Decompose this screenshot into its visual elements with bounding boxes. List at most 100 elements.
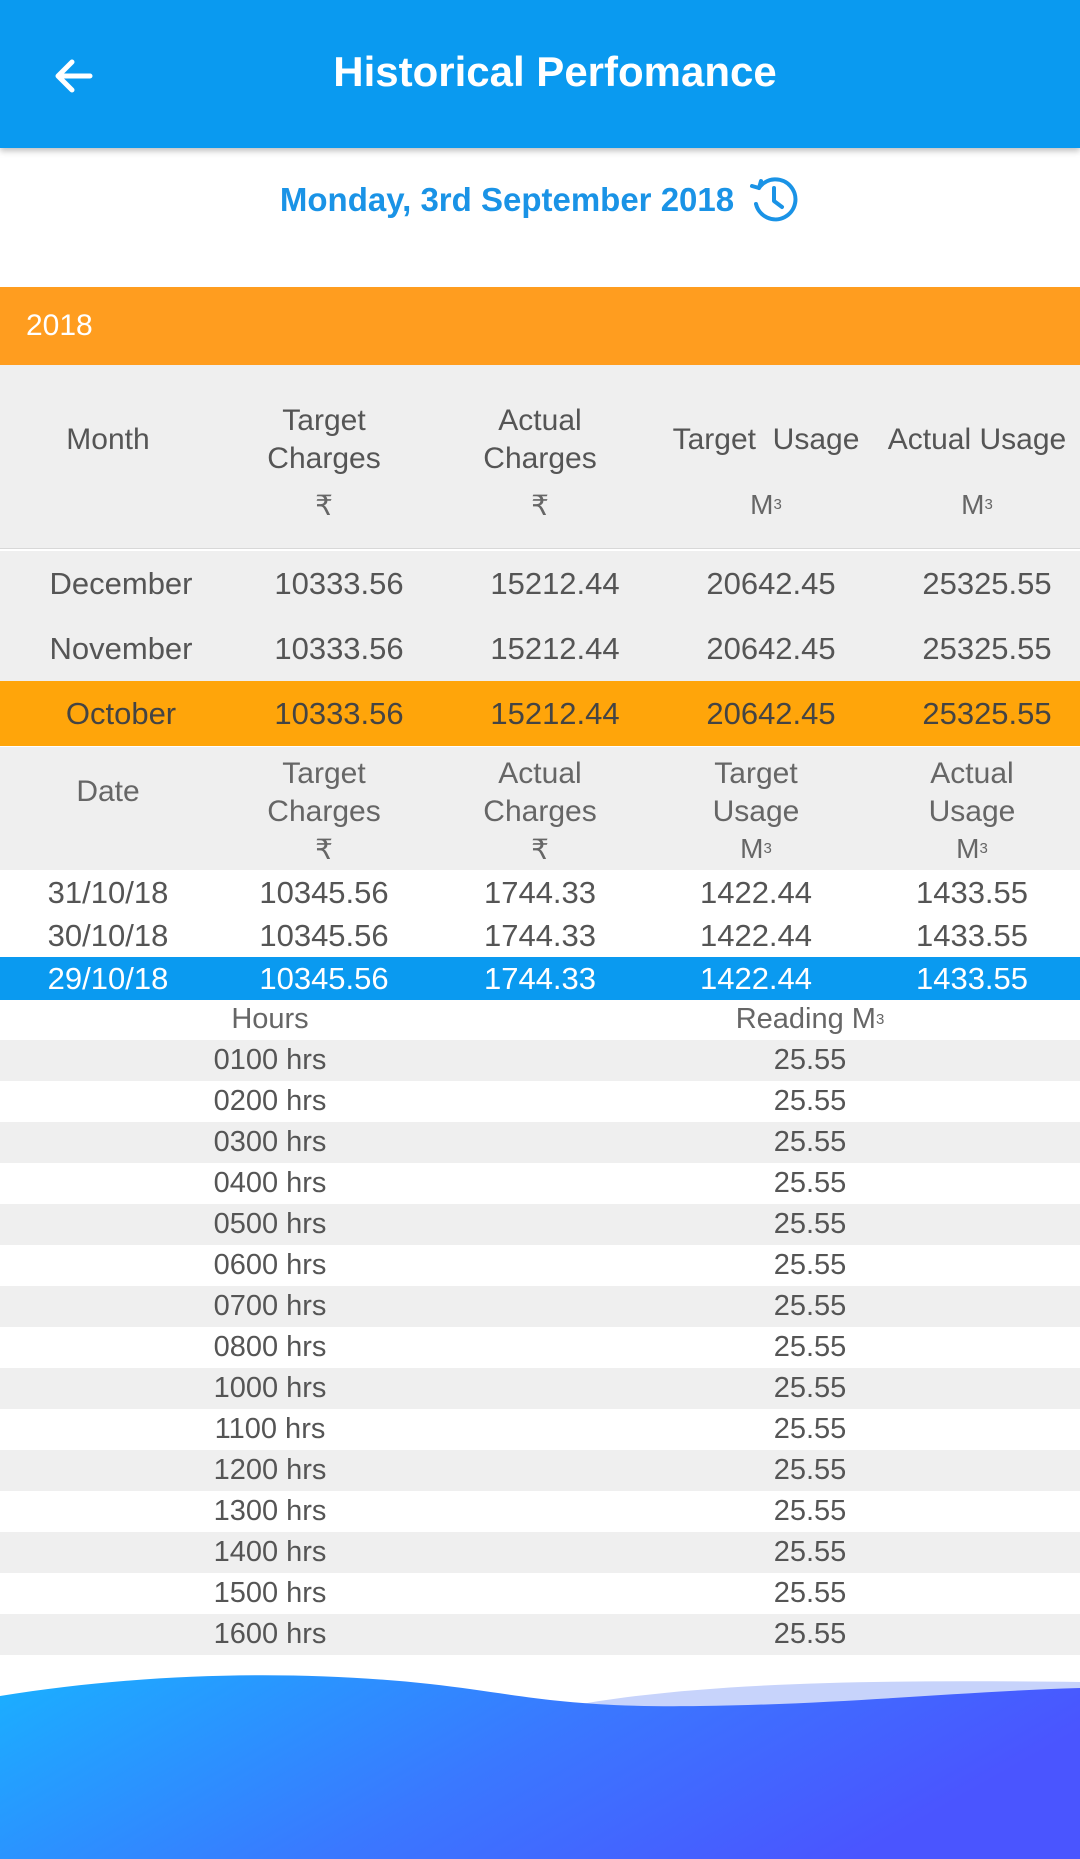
bottom-wave-decoration bbox=[0, 1675, 1080, 1859]
hour-reading: 25.55 bbox=[773, 1372, 847, 1404]
hour-row: 1600 hrs 25.55 bbox=[0, 1614, 1080, 1655]
actual-charges: 15212.44 bbox=[490, 695, 620, 731]
history-button[interactable] bbox=[748, 174, 800, 226]
hour-row: 1100 hrs 25.55 bbox=[0, 1409, 1080, 1450]
col-actual-charges: Actual Charges bbox=[483, 757, 597, 828]
unit-actual-usage: M3 bbox=[961, 489, 993, 520]
hour-reading: 25.55 bbox=[773, 1044, 847, 1076]
monthly-table-header: Month Target Charges Actual Charges Targ… bbox=[0, 365, 1080, 549]
hour-label: 0600 hrs bbox=[213, 1249, 327, 1281]
target-usage: 20642.45 bbox=[706, 695, 836, 731]
col-actual-charges: Actual Charges bbox=[483, 404, 597, 475]
col-actual-usage: Actual Usage bbox=[887, 423, 1067, 456]
hour-row: 0300 hrs 25.55 bbox=[0, 1122, 1080, 1163]
target-charges: 10345.56 bbox=[259, 960, 389, 996]
hour-row: 0700 hrs 25.55 bbox=[0, 1286, 1080, 1327]
col-actual-usage: Actual Usage bbox=[928, 757, 1016, 828]
month-name: October bbox=[65, 695, 177, 731]
selected-date[interactable]: Monday, 3rd September 2018 bbox=[280, 181, 734, 219]
actual-usage: 1433.55 bbox=[915, 960, 1029, 996]
month-row-october[interactable]: October 10333.56 15212.44 20642.45 25325… bbox=[0, 681, 1080, 746]
hour-row: 0200 hrs 25.55 bbox=[0, 1081, 1080, 1122]
hour-label: 0500 hrs bbox=[213, 1208, 327, 1240]
hour-label: 0800 hrs bbox=[213, 1331, 327, 1363]
col-target-charges: Target Charges bbox=[267, 404, 381, 475]
hour-label: 0400 hrs bbox=[213, 1167, 327, 1199]
col-hours: Hours bbox=[231, 1003, 309, 1035]
hour-reading: 25.55 bbox=[773, 1454, 847, 1486]
actual-usage: 25325.55 bbox=[922, 630, 1052, 666]
col-date: Date bbox=[76, 775, 140, 808]
actual-usage: 1433.55 bbox=[915, 917, 1029, 953]
year-header[interactable]: 2018 bbox=[0, 287, 1080, 365]
hour-reading: 25.55 bbox=[773, 1085, 847, 1117]
unit-month bbox=[0, 485, 216, 525]
unit-target-usage: M3 bbox=[740, 833, 772, 864]
target-charges: 10345.56 bbox=[259, 917, 389, 953]
hour-reading: 25.55 bbox=[773, 1577, 847, 1609]
unit-actual-charges: ₹ bbox=[531, 489, 549, 521]
target-usage: 20642.45 bbox=[706, 565, 836, 601]
target-charges: 10333.56 bbox=[274, 565, 404, 601]
target-usage: 1422.44 bbox=[699, 917, 813, 953]
date-row[interactable]: 30/10/18 10345.56 1744.33 1422.44 1433.5… bbox=[0, 914, 1080, 957]
col-month: Month bbox=[66, 423, 150, 456]
unit-target-charges: ₹ bbox=[315, 833, 333, 865]
date-selector[interactable]: Monday, 3rd September 2018 bbox=[0, 170, 1080, 230]
hour-reading: 25.55 bbox=[773, 1208, 847, 1240]
hour-row: 1300 hrs 25.55 bbox=[0, 1491, 1080, 1532]
month-name: November bbox=[49, 630, 193, 666]
hour-row: 1200 hrs 25.55 bbox=[0, 1450, 1080, 1491]
date-value: 31/10/18 bbox=[47, 874, 169, 910]
hour-label: 1600 hrs bbox=[213, 1618, 327, 1650]
target-usage: 20642.45 bbox=[706, 630, 836, 666]
date-row-selected[interactable]: 29/10/18 10345.56 1744.33 1422.44 1433.5… bbox=[0, 957, 1080, 1000]
actual-charges: 1744.33 bbox=[483, 960, 597, 996]
target-usage: 1422.44 bbox=[699, 960, 813, 996]
col-target-usage: Target Usage bbox=[712, 757, 800, 828]
target-charges: 10333.56 bbox=[274, 695, 404, 731]
hour-label: 0700 hrs bbox=[213, 1290, 327, 1322]
actual-charges: 15212.44 bbox=[490, 630, 620, 666]
daily-table-header: Date Target Charges Actual Charges Target U… bbox=[0, 747, 1080, 870]
hour-label: 1200 hrs bbox=[213, 1454, 327, 1486]
month-row-december[interactable]: December 10333.56 15212.44 20642.45 2532… bbox=[0, 551, 1080, 616]
hour-label: 1300 hrs bbox=[213, 1495, 327, 1527]
target-charges: 10345.56 bbox=[259, 874, 389, 910]
hour-reading: 25.55 bbox=[773, 1331, 847, 1363]
hour-reading: 25.55 bbox=[773, 1249, 847, 1281]
unit-target-usage: M3 bbox=[750, 489, 782, 520]
date-row[interactable]: 31/10/18 10345.56 1744.33 1422.44 1433.5… bbox=[0, 871, 1080, 914]
hour-label: 1400 hrs bbox=[213, 1536, 327, 1568]
hour-reading: 25.55 bbox=[773, 1290, 847, 1322]
col-target-usage: Target Usage bbox=[672, 423, 860, 456]
unit-target-charges: ₹ bbox=[315, 489, 333, 521]
hour-reading: 25.55 bbox=[773, 1413, 847, 1445]
hour-row: 1000 hrs 25.55 bbox=[0, 1368, 1080, 1409]
history-clock-icon bbox=[750, 177, 798, 222]
actual-usage: 1433.55 bbox=[915, 874, 1029, 910]
target-usage: 1422.44 bbox=[699, 874, 813, 910]
hour-reading: 25.55 bbox=[773, 1536, 847, 1568]
month-row-november[interactable]: November 10333.56 15212.44 20642.45 2532… bbox=[0, 616, 1080, 681]
actual-charges: 1744.33 bbox=[483, 874, 597, 910]
target-charges: 10333.56 bbox=[274, 630, 404, 666]
actual-usage: 25325.55 bbox=[922, 565, 1052, 601]
hour-row: 0100 hrs 25.55 bbox=[0, 1040, 1080, 1081]
hour-row: 0500 hrs 25.55 bbox=[0, 1204, 1080, 1245]
actual-charges: 1744.33 bbox=[483, 917, 597, 953]
hour-label: 0300 hrs bbox=[213, 1126, 327, 1158]
actual-usage: 25325.55 bbox=[922, 695, 1052, 731]
date-value: 29/10/18 bbox=[47, 960, 169, 996]
unit-actual-charges: ₹ bbox=[531, 833, 549, 865]
hour-label: 1500 hrs bbox=[213, 1577, 327, 1609]
hour-row: 0600 hrs 25.55 bbox=[0, 1245, 1080, 1286]
unit-date bbox=[0, 831, 216, 867]
col-reading: Reading M3 bbox=[735, 1003, 885, 1035]
hour-label: 1000 hrs bbox=[213, 1372, 327, 1404]
hour-reading: 25.55 bbox=[773, 1618, 847, 1650]
hour-reading: 25.55 bbox=[773, 1495, 847, 1527]
page-title: Historical Perfomance bbox=[333, 48, 777, 95]
hour-row: 1400 hrs 25.55 bbox=[0, 1532, 1080, 1573]
hour-label: 1100 hrs bbox=[214, 1413, 326, 1445]
